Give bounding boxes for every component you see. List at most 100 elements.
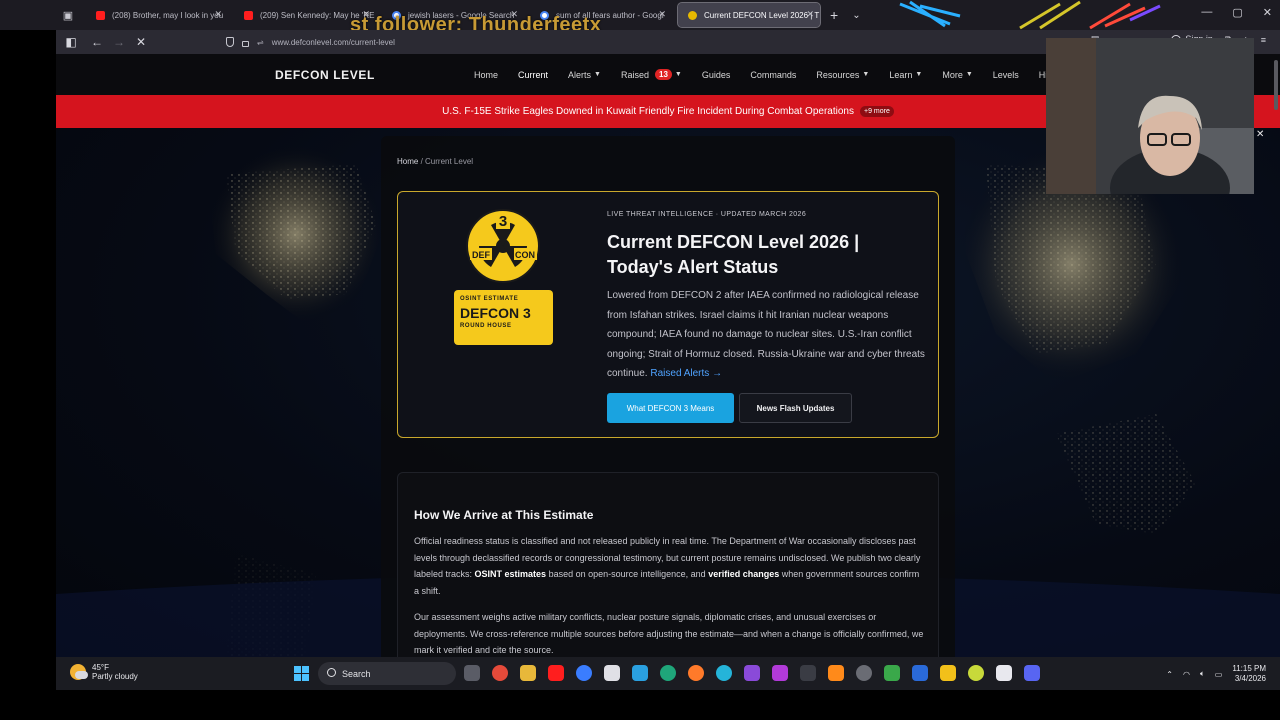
caret-down-icon: ▼ xyxy=(674,71,682,78)
page-scrollbar[interactable] xyxy=(1274,60,1278,110)
p1-bold-verified: verified changes xyxy=(708,569,780,579)
firefox-icon[interactable] xyxy=(688,665,704,681)
menu-more[interactable]: More ▼ xyxy=(942,70,972,80)
hero-description: Lowered from DEFCON 2 after IAEA confirm… xyxy=(607,286,925,384)
discord-icon[interactable] xyxy=(1024,665,1040,681)
menu-alerts[interactable]: Alerts ▼ xyxy=(568,70,601,80)
search-label: Search xyxy=(342,668,371,679)
caret-down-icon: ▼ xyxy=(915,71,923,78)
weather-desc: Partly cloudy xyxy=(92,672,138,681)
more-alerts-badge[interactable]: +9 more xyxy=(859,106,894,117)
edge-icon[interactable] xyxy=(660,665,676,681)
p1-bold-osint: OSINT estimates xyxy=(474,569,547,579)
tab-title: Current DEFCON Level 2026 | T xyxy=(704,10,820,20)
what-defcon-3-means-button[interactable]: What DEFCON 3 Means xyxy=(607,393,734,423)
main-menu: Home Current Alerts ▼ Raised 13 ▼ Guides Co… xyxy=(474,54,1079,95)
lock-icon[interactable] xyxy=(242,40,249,47)
close-tab-icon[interactable]: ✕ xyxy=(214,9,222,20)
app-icon[interactable] xyxy=(772,665,788,681)
menu-label: Raised xyxy=(620,69,649,80)
weather-widget[interactable]: 45°F Partly cloudy xyxy=(70,663,138,681)
windows-taskbar: 45°F Partly cloudy Search ⌃ ◠ 🔈︎ ▭ 11:15… xyxy=(56,657,1280,690)
taskbar-search[interactable]: Search xyxy=(318,662,456,685)
maximize-icon[interactable]: ▢ xyxy=(1232,6,1242,19)
menu-guides[interactable]: Guides xyxy=(702,70,731,80)
menu-commands[interactable]: Commands xyxy=(750,70,796,80)
file-explorer-icon[interactable] xyxy=(520,665,536,681)
app-icon[interactable] xyxy=(828,665,844,681)
youtube-app-icon[interactable] xyxy=(548,665,564,681)
raised-alerts-link[interactable]: Raised Alerts → xyxy=(650,368,722,379)
screen: ▣ (208) Brother, may I look in you ✕ (209… xyxy=(0,0,1280,720)
menu-label: Current xyxy=(518,69,549,80)
app-icon[interactable] xyxy=(744,665,760,681)
caret-down-icon: ▼ xyxy=(862,71,870,78)
permissions-icon[interactable]: ⇌ xyxy=(257,38,264,47)
menu-levels[interactable]: Levels xyxy=(993,70,1019,80)
osint-estimate-badge: OSINT ESTIMATE DEFCON 3 ROUND HOUSE xyxy=(454,290,553,345)
url-bar[interactable]: ⇌ www.defconlevel.com/current-level xyxy=(226,33,1026,51)
stop-icon[interactable]: ✕ xyxy=(130,35,152,49)
back-icon[interactable]: ← xyxy=(86,35,108,49)
breadcrumb-home[interactable]: Home xyxy=(397,157,418,166)
task-view-icon[interactable] xyxy=(464,665,480,681)
app-icon[interactable] xyxy=(632,665,648,681)
menu-current[interactable]: Current xyxy=(518,70,548,80)
url-text[interactable]: www.defconlevel.com/current-level xyxy=(272,38,395,47)
tab-0[interactable]: (208) Brother, may I look in you ✕ xyxy=(86,3,228,27)
new-tab-icon[interactable]: + xyxy=(830,7,838,23)
menu-raised[interactable]: Raised 13 ▼ xyxy=(621,69,682,80)
close-tab-icon[interactable]: ✕ xyxy=(658,9,666,20)
breadcrumb-current: Current Level xyxy=(425,157,474,166)
battery-icon[interactable]: ▭ xyxy=(1215,670,1223,679)
news-flash-updates-button[interactable]: News Flash Updates xyxy=(739,393,852,423)
badge-line1: OSINT ESTIMATE xyxy=(460,296,519,302)
menu-home[interactable]: Home xyxy=(474,70,498,80)
youtube-icon xyxy=(244,11,253,20)
close-tab-icon[interactable]: ✕ xyxy=(806,9,814,20)
forward-icon[interactable]: → xyxy=(108,35,130,49)
menu-icon[interactable]: ≡ xyxy=(1261,35,1266,45)
wifi-icon[interactable]: ◠ xyxy=(1183,670,1190,679)
weather-temp: 45°F xyxy=(92,663,109,672)
shield-icon[interactable] xyxy=(226,37,234,47)
p1-text-c: based on open-source intelligence, and xyxy=(546,569,709,579)
chrome-icon[interactable] xyxy=(492,665,508,681)
menu-label: Learn xyxy=(889,69,913,80)
settings-icon[interactable] xyxy=(856,665,872,681)
methodology-paragraph-1: Official readiness status is classified … xyxy=(414,533,926,599)
volume-icon[interactable]: 🔈︎ xyxy=(1200,669,1205,679)
menu-label: Alerts xyxy=(568,69,592,80)
close-window-icon[interactable]: ✕ xyxy=(1263,6,1272,19)
close-overlay-icon[interactable]: ✕ xyxy=(1256,129,1264,140)
app-icon[interactable] xyxy=(884,665,900,681)
tab-overview-icon[interactable]: ▣ xyxy=(56,0,80,30)
tab-4-active[interactable]: Current DEFCON Level 2026 | T ✕ xyxy=(677,2,821,28)
app-icon[interactable] xyxy=(940,665,956,681)
app-icon[interactable] xyxy=(800,665,816,681)
methodology-paragraph-2: Our assessment weighs active military co… xyxy=(414,612,924,655)
sidebar-toggle-icon[interactable]: ◧ xyxy=(60,35,82,49)
menu-learn[interactable]: Learn ▼ xyxy=(889,70,922,80)
app-icon[interactable] xyxy=(968,665,984,681)
window-controls: — ▢ ✕ xyxy=(1201,6,1272,19)
app-icon[interactable] xyxy=(996,665,1012,681)
clock[interactable]: 11:15 PM 3/4/2026 xyxy=(1232,664,1266,684)
app-icon[interactable] xyxy=(716,665,732,681)
tab-list-icon[interactable]: ⌄ xyxy=(852,10,860,21)
radiation-emblem-icon: 3 DEF CON xyxy=(466,209,540,283)
clock-date: 3/4/2026 xyxy=(1234,674,1266,683)
browser-tab-bar: ▣ (208) Brother, may I look in you ✕ (209… xyxy=(0,0,1280,30)
emblem-con: CON xyxy=(515,250,535,260)
messenger-icon[interactable] xyxy=(576,665,592,681)
app-icon[interactable] xyxy=(912,665,928,681)
menu-resources[interactable]: Resources ▼ xyxy=(816,70,869,80)
menu-label: Resources xyxy=(816,69,860,80)
minimize-icon[interactable]: — xyxy=(1201,6,1212,19)
main-content-card: Home / Current Level 3 DEF CON OSINT EST… xyxy=(381,136,955,657)
pinned-apps xyxy=(464,665,1040,681)
windows-start-icon[interactable] xyxy=(294,666,309,681)
chevron-up-icon[interactable]: ⌃ xyxy=(1166,670,1173,679)
site-logo[interactable]: DEFCON LEVEL xyxy=(275,68,375,82)
store-icon[interactable] xyxy=(604,665,620,681)
